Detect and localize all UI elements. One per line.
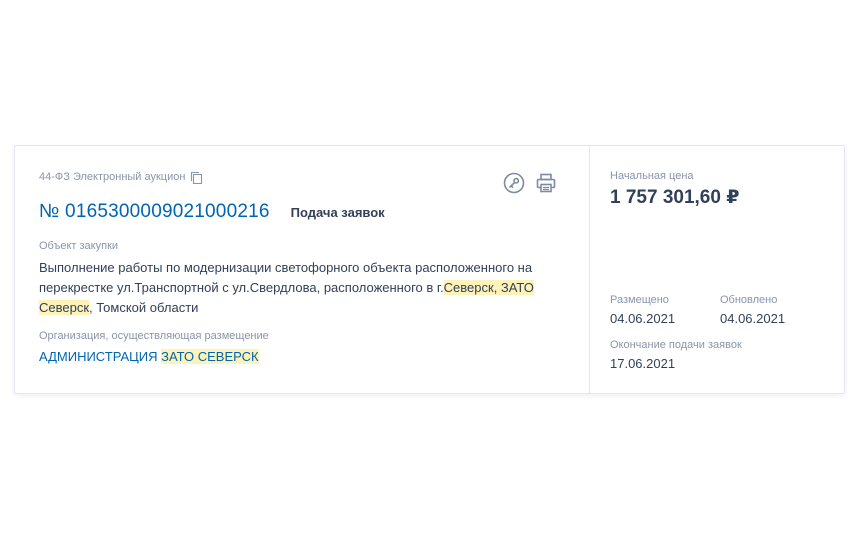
object-description: Выполнение работы по модернизации светоф…: [39, 258, 549, 318]
updated-value: 04.06.2021: [720, 311, 786, 326]
copy-icon[interactable]: [190, 171, 203, 184]
object-text-part2: , Томской области: [89, 300, 199, 315]
key-icon[interactable]: [503, 172, 525, 194]
org-name-highlight: ЗАТО СЕВЕРСК: [161, 349, 259, 364]
print-icon[interactable]: [535, 172, 557, 194]
end-date: Окончание подачи заявок 17.06.2021: [610, 339, 830, 371]
number-row: № 0165300009021000216 Подача заявок: [39, 200, 589, 224]
org-name-part1: АДМИНИСТРАЦИЯ: [39, 349, 162, 364]
price-label: Начальная цена: [610, 170, 694, 182]
end-value: 17.06.2021: [610, 356, 676, 371]
published-label: Размещено: [610, 294, 669, 306]
law-type-label: 44-ФЗ Электронный аукцион: [39, 171, 186, 183]
organization-link[interactable]: АДМИНИСТРАЦИЯ ЗАТО СЕВЕРСК: [39, 349, 259, 364]
registry-number-link[interactable]: № 0165300009021000216: [39, 201, 270, 223]
end-label: Окончание подачи заявок: [610, 339, 742, 351]
card-main-section: 44-ФЗ Электронный аукцион № 016530000902…: [15, 146, 590, 393]
updated-label: Обновлено: [720, 294, 778, 306]
price-value: 1 757 301,60 ₽: [610, 187, 740, 208]
organization-label: Организация, осуществляющая размещение: [39, 330, 269, 342]
published-value: 04.06.2021: [610, 311, 676, 326]
stage-label: Подача заявок: [290, 204, 385, 220]
date-grid: Размещено 04.06.2021 Обновлено 04.06.202…: [610, 294, 830, 326]
dates-block: Размещено 04.06.2021 Обновлено 04.06.202…: [610, 294, 830, 371]
published-date: Размещено 04.06.2021: [610, 294, 720, 326]
card-actions: [503, 172, 557, 194]
procurement-card: 44-ФЗ Электронный аукцион № 016530000902…: [14, 145, 845, 394]
card-side-section: Начальная цена 1 757 301,60 ₽ Размещено …: [590, 146, 844, 393]
object-label: Объект закупки: [39, 240, 119, 252]
updated-date: Обновлено 04.06.2021: [720, 294, 830, 326]
